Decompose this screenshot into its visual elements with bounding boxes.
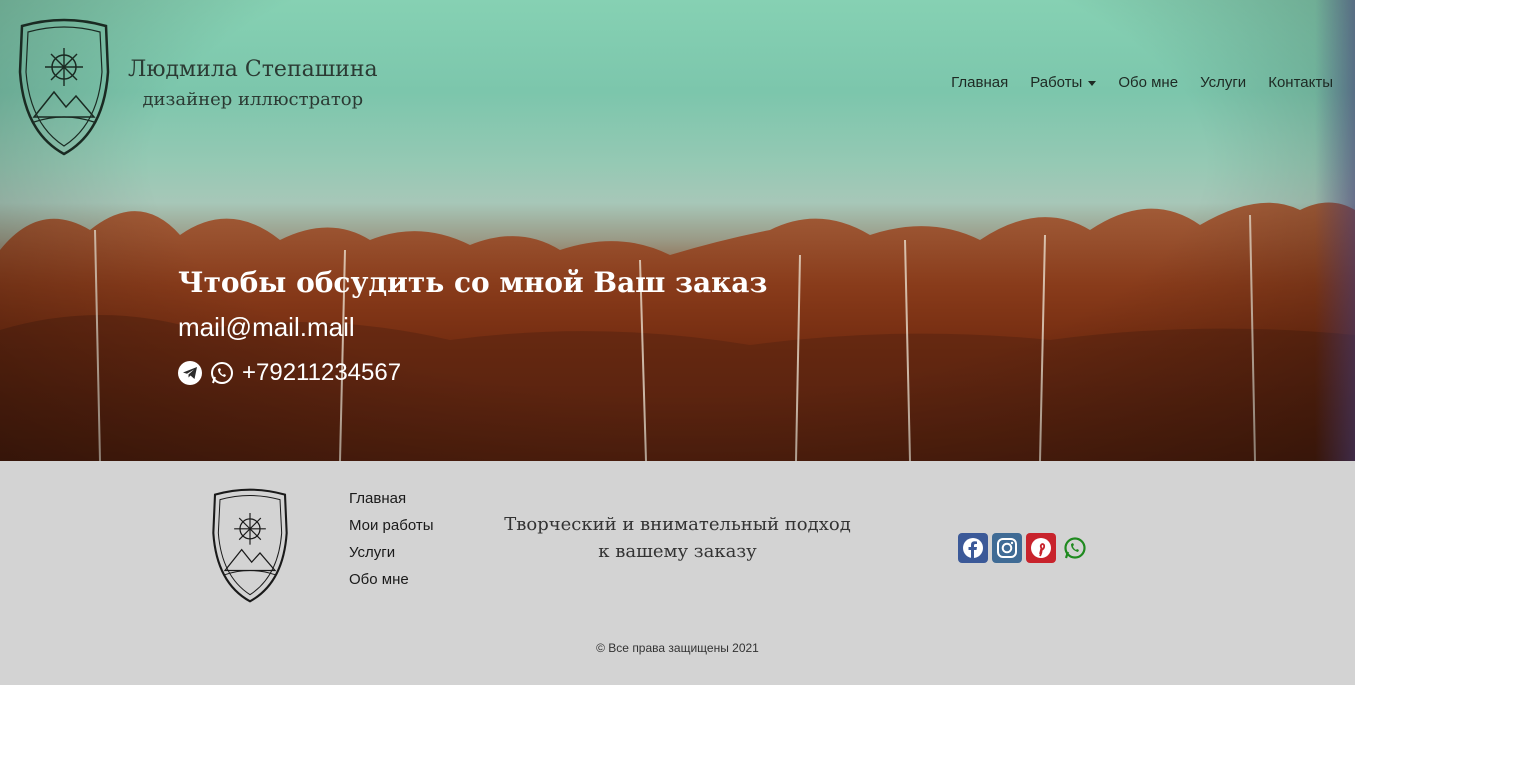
edge-tint <box>1315 0 1355 461</box>
footer-link-home[interactable]: Главная <box>349 489 434 516</box>
brand-name: Людмила Степашина <box>128 57 378 82</box>
nav-item-contacts[interactable]: Контакты <box>1257 74 1333 91</box>
footer-tagline: Творческий и внимательный подход к вашем… <box>500 511 855 565</box>
nav-item-home[interactable]: Главная <box>940 74 1019 91</box>
instagram-icon[interactable] <box>992 533 1022 563</box>
contact-title: Чтобы обсудить со мной Ваш заказ <box>178 266 768 299</box>
nav-item-services[interactable]: Услуги <box>1189 74 1257 91</box>
footer-link-services[interactable]: Услуги <box>349 543 434 570</box>
whatsapp-icon[interactable] <box>1060 533 1090 563</box>
facebook-icon[interactable] <box>958 533 988 563</box>
footer-link-works[interactable]: Мои работы <box>349 516 434 543</box>
hero-section: Людмила Степашина дизайнер иллюстратор Г… <box>0 0 1355 461</box>
footer: Главная Мои работы Услуги Обо мне Творче… <box>0 461 1355 685</box>
brand-subtitle: дизайнер иллюстратор <box>142 89 364 110</box>
contact-phone-row: +79211234567 <box>178 359 767 387</box>
caret-down-icon <box>1088 80 1097 86</box>
nav-item-works[interactable]: Работы <box>1019 74 1107 91</box>
contact-block: Чтобы обсудить со мной Ваш заказ mail@ma… <box>178 264 767 387</box>
whatsapp-icon[interactable] <box>210 361 234 385</box>
footer-link-about[interactable]: Обо мне <box>349 570 434 597</box>
logo-emblem-icon <box>212 488 288 603</box>
page: Людмила Степашина дизайнер иллюстратор Г… <box>0 0 1355 685</box>
nav-item-about[interactable]: Обо мне <box>1107 74 1189 91</box>
footer-links: Главная Мои работы Услуги Обо мне <box>349 489 434 597</box>
telegram-icon[interactable] <box>178 361 202 385</box>
contact-phone-number[interactable]: +79211234567 <box>242 359 401 387</box>
social-links <box>958 533 1090 563</box>
footer-tagline-line1: Творческий и внимательный подход <box>504 514 851 535</box>
footer-tagline-line2: к вашему заказу <box>598 541 757 562</box>
footer-logo[interactable] <box>208 483 292 608</box>
nav-item-works-label: Работы <box>1030 74 1083 91</box>
contact-email[interactable]: mail@mail.mail <box>178 312 767 343</box>
copyright: © Все права защищены 2021 <box>596 641 759 655</box>
brand[interactable]: Людмила Степашина дизайнер иллюстратор <box>14 12 378 156</box>
logo-emblem-icon <box>18 18 110 156</box>
main-nav: Главная Работы Обо мне Услуги Контакты <box>940 74 1333 91</box>
pinterest-icon[interactable] <box>1026 533 1056 563</box>
